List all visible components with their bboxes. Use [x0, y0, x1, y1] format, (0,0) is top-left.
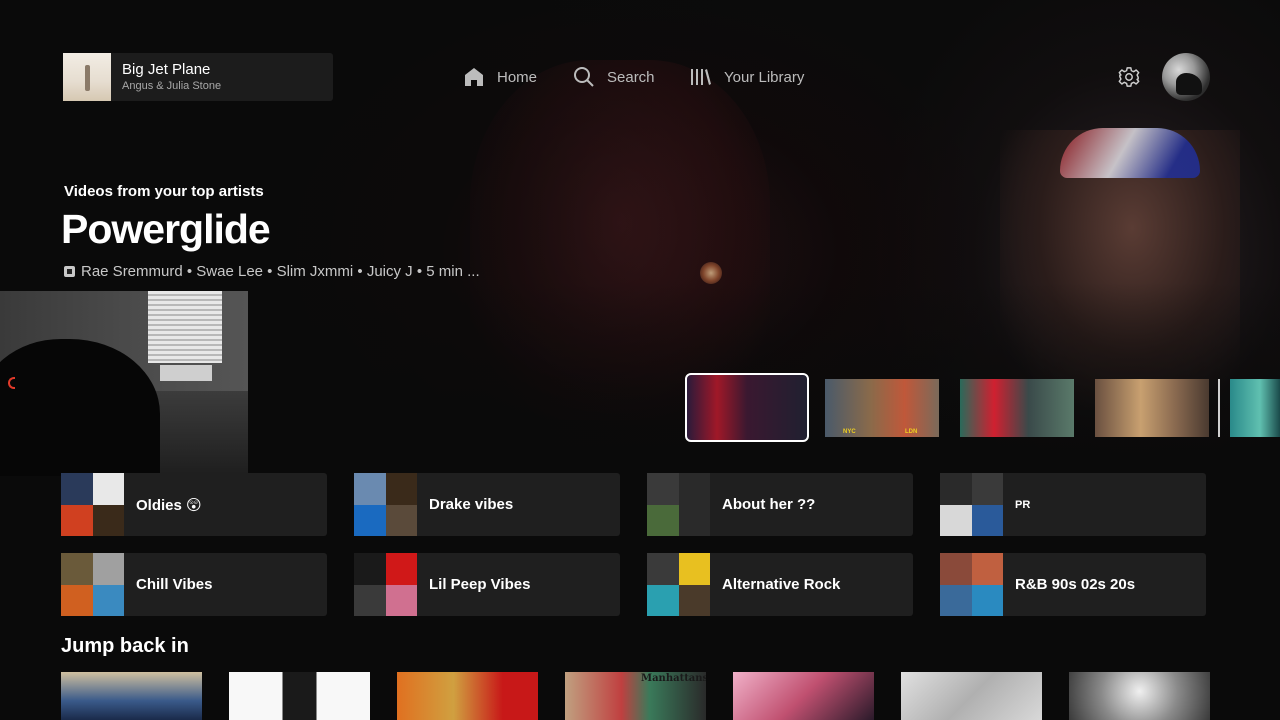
playlist-cover — [354, 553, 417, 616]
video-thumb-5[interactable] — [1230, 379, 1280, 437]
video-icon — [64, 266, 75, 277]
video-thumb-3[interactable] — [960, 379, 1074, 437]
jump-item-3[interactable] — [397, 672, 538, 720]
playlist-label: Drake vibes — [429, 496, 514, 513]
video-thumb-2[interactable]: NYC LDN — [825, 379, 939, 437]
now-playing-album-art — [63, 53, 111, 101]
playlist-cover — [61, 553, 124, 616]
playlist-cover — [354, 473, 417, 536]
playlist-tile[interactable]: Alternative Rock — [647, 553, 913, 616]
hero-eyebrow: Videos from your top artists — [64, 183, 264, 200]
playlist-cover — [61, 473, 124, 536]
nav-library-label: Your Library — [724, 68, 805, 86]
jump-item-6[interactable] — [901, 672, 1042, 720]
now-playing-card[interactable]: Big Jet Plane Angus & Julia Stone — [63, 53, 333, 101]
playlist-cover — [940, 473, 1003, 536]
jump-item-1[interactable] — [61, 672, 202, 720]
playlist-tile[interactable]: Drake vibes — [354, 473, 620, 536]
nav-search[interactable]: Search — [573, 62, 655, 92]
playlist-tile[interactable]: Oldies 😲 — [61, 473, 327, 536]
nav-home-label: Home — [497, 68, 538, 86]
now-playing-artist: Angus & Julia Stone — [122, 79, 222, 92]
jump-item-5[interactable] — [733, 672, 874, 720]
playlist-label: About her ?? — [722, 496, 816, 513]
playlist-tile[interactable]: PR — [940, 473, 1206, 536]
video-thumb-4[interactable] — [1095, 379, 1209, 437]
home-icon — [465, 68, 483, 86]
nav-search-label: Search — [607, 68, 655, 86]
playlist-cover — [647, 473, 710, 536]
video-thumb-1[interactable] — [685, 373, 809, 442]
thumb-label-nyc: NYC — [843, 429, 856, 435]
nav-home[interactable]: Home — [463, 62, 537, 92]
playlist-label: Chill Vibes — [136, 576, 213, 593]
jump-item-7[interactable] — [1069, 672, 1210, 720]
playlist-cover — [940, 553, 1003, 616]
hero-title: Powerglide — [61, 206, 271, 252]
search-icon — [574, 67, 594, 87]
webcam-overlay — [0, 291, 248, 476]
jump-back-in-title: Jump back in — [61, 635, 189, 657]
playlist-label: PR — [1015, 498, 1031, 511]
webcam-window-blinds — [148, 291, 222, 363]
playlist-tile[interactable]: About her ?? — [647, 473, 913, 536]
playlist-cover — [647, 553, 710, 616]
hero-meta: Rae Sremmurd • Swae Lee • Slim Jxmmi • J… — [64, 263, 480, 280]
record-indicator-icon — [8, 377, 15, 389]
playlist-label: R&B 90s 02s 20s — [1015, 576, 1136, 593]
playlist-label: Alternative Rock — [722, 576, 841, 593]
nav-library[interactable]: Your Library — [690, 62, 804, 92]
jump-item-4[interactable]: Manhattans — [565, 672, 706, 720]
carousel-divider — [1218, 379, 1220, 437]
playlist-tile[interactable]: R&B 90s 02s 20s — [940, 553, 1206, 616]
jump-item-2[interactable] — [229, 672, 370, 720]
user-avatar[interactable] — [1162, 53, 1210, 101]
playlist-label: Lil Peep Vibes — [429, 576, 531, 593]
playlist-tile[interactable]: Chill Vibes — [61, 553, 327, 616]
thumb-label-ldn: LDN — [905, 429, 918, 435]
hero-meta-text: Rae Sremmurd • Swae Lee • Slim Jxmmi • J… — [81, 263, 480, 280]
library-icon — [691, 69, 711, 85]
album-art-text: Manhattans — [641, 673, 706, 684]
playlist-tile[interactable]: Lil Peep Vibes — [354, 553, 620, 616]
now-playing-title: Big Jet Plane — [122, 60, 211, 78]
gear-icon[interactable] — [1118, 66, 1140, 88]
playlist-label: Oldies 😲 — [136, 496, 202, 514]
